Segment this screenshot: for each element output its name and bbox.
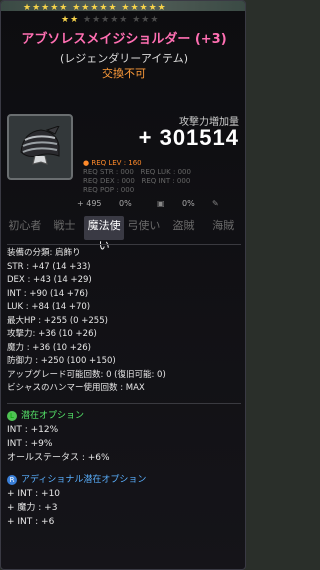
stat-defense: 防御力 : +250 (100 +150) (7, 356, 116, 366)
item-tooltip: ★★★★★ ★★★★★ ★★★★★ ★★ ★★★★★ ★★★ アブソレスメイジシ… (0, 0, 246, 570)
stat-maxhp: 最大HP : +255 (0 +255) (7, 315, 108, 326)
potential-title: L 潜在オプション (7, 409, 243, 423)
potential-section: L 潜在オプション INT : +12% INT : +9% オールステータス :… (7, 409, 243, 529)
stat-upgrades: アップグレード可能回数: 0 (復旧可能: 0) (7, 369, 166, 380)
stat-attack: 攻撃力: +36 (10 +26) (7, 329, 97, 339)
job-beginner: 初心者 (8, 219, 42, 232)
additional-line: + INT : +6 (7, 517, 55, 527)
legendary-badge-icon: L (7, 410, 17, 421)
stat-str: STR : +47 (14 +33) (7, 261, 91, 272)
star-force-on: ★★ (61, 15, 80, 25)
stat-luk: LUK : +84 (14 +70) (7, 302, 91, 312)
additional-potential-title: R アディショナル潜在オプション (7, 473, 243, 487)
req-pop: REQ POP : 000 (83, 186, 135, 194)
req-int: REQ INT : 000 (141, 177, 191, 185)
req-row-2: REQ DEX : 000 REQ INT : 000 (83, 177, 243, 186)
stat-int: INT : +90 (14 +76) (7, 288, 89, 299)
job-warrior: 戦士 (53, 219, 76, 232)
potential-title-text: 潜在オプション (21, 411, 85, 421)
upgrade-count: + 495 (77, 199, 102, 208)
job-restrictions: 初心者 戦士 魔法使い 弓使い 盗賊 海賊 (5, 216, 243, 252)
req-level: ● REQ LEV : 160 (83, 159, 142, 167)
stat-category: 装備の分類: 肩飾り (7, 248, 81, 258)
job-thief: 盗賊 (172, 219, 195, 232)
req-str: REQ STR : 000 (83, 168, 134, 176)
pencil-icon: ✎ (212, 199, 219, 208)
attack-increase-value: + 301514 (138, 125, 239, 150)
stat-dex: DEX : +43 (14 +29) (7, 275, 92, 285)
star-force-off: ★★★★★ ★★★ (83, 15, 160, 25)
additional-line: + INT : +10 (7, 489, 61, 499)
requirements: ● REQ LEV : 160 REQ STR : 000 REQ LUK : … (83, 159, 243, 195)
req-row-1: REQ STR : 000 REQ LUK : 000 (83, 168, 243, 177)
job-pirate: 海賊 (212, 219, 235, 232)
req-luk: REQ LUK : 000 (140, 168, 191, 176)
potential-line: INT : +9% (7, 439, 53, 449)
enhancement-row: + 495 0% ▣ 0% ✎ (7, 199, 243, 211)
job-archer: 弓使い (127, 219, 161, 232)
req-row-3: REQ POP : 000 (83, 186, 243, 195)
additional-line: + 魔力 : +3 (7, 503, 58, 513)
percent-2: 0% (182, 199, 195, 208)
job-magician: 魔法使い (84, 216, 125, 252)
divider (7, 403, 241, 404)
item-stats: 装備の分類: 肩飾り STR : +47 (14 +33) DEX : +43 … (7, 247, 243, 396)
percent-1: 0% (119, 199, 132, 208)
item-rarity: (レジェンダリーアイテム) (59, 52, 189, 65)
item-icon-frame (7, 114, 73, 180)
shoulder-item-icon (20, 126, 60, 165)
item-name: アブソレスメイジショルダー (+3) (21, 32, 227, 47)
bag-icon: ▣ (157, 199, 165, 208)
stat-magic: 魔力 : +36 (10 +26) (7, 342, 91, 353)
trade-status: 交換不可 (102, 67, 146, 80)
additional-title-text: アディショナル潜在オプション (21, 475, 147, 485)
divider (7, 244, 241, 245)
req-dex: REQ DEX : 000 (83, 177, 135, 185)
potential-line: INT : +12% (7, 425, 59, 435)
star-force-row-1: ★★★★★ ★★★★★ ★★★★★ (23, 3, 167, 13)
potential-line: オールステータス : +6% (7, 453, 110, 463)
stat-hammer: ビシャスのハンマー使用回数 : MAX (7, 383, 145, 393)
rare-badge-icon: R (7, 474, 17, 485)
star-force-row-2: ★★ ★★★★★ ★★★ (61, 15, 159, 25)
